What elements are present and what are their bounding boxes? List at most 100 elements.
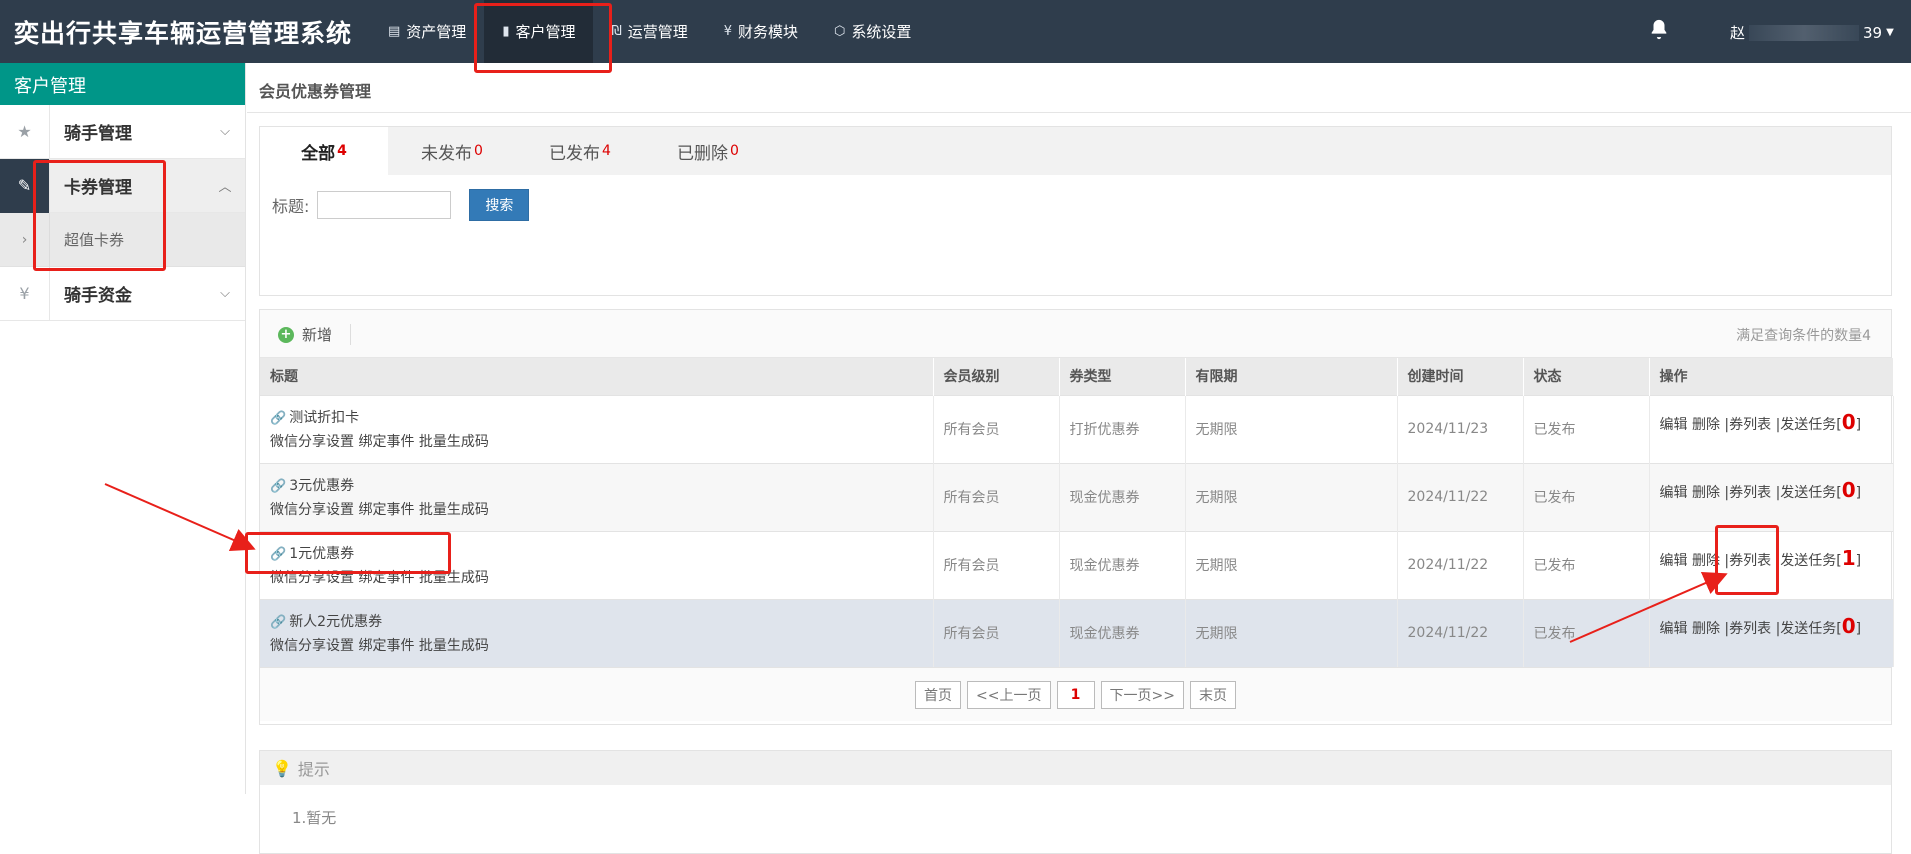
- ops-links[interactable]: 编辑 删除 |券列表 |发送任务[: [1660, 621, 1842, 637]
- column-header: 操作: [1649, 358, 1894, 395]
- coupon-title-link[interactable]: 🔗 测试折扣卡: [270, 407, 933, 427]
- tab-label: 已删除: [677, 143, 729, 164]
- table-row: 🔗 3元优惠券 微信分享设置 绑定事件 批量生成码 所有会员 现金优惠券 无期限 …: [260, 462, 1894, 531]
- lightbulb-icon: 💡: [272, 758, 292, 778]
- table-row: 🔗 1元优惠券 微信分享设置 绑定事件 批量生成码 所有会员 现金优惠券 无期限 …: [260, 530, 1894, 599]
- ops-bracket: ]: [1855, 620, 1862, 637]
- coupon-actions-links[interactable]: 微信分享设置 绑定事件 批量生成码: [270, 635, 933, 655]
- list-toolbar: + 新增 满足查询条件的数量4: [260, 310, 1891, 358]
- tab-count: 4: [602, 143, 611, 159]
- ops-bracket: ]: [1855, 416, 1862, 433]
- bell-icon[interactable]: [1648, 18, 1670, 46]
- created-cell: 2024/11/22: [1397, 462, 1524, 531]
- coupon-title-link[interactable]: 🔗 3元优惠券: [270, 475, 933, 495]
- sidebar-item-label: 骑手管理: [64, 124, 132, 144]
- table-header-row: 标题 会员级别 券类型 有限期 创建时间 状态 操作: [260, 358, 1894, 395]
- tab-deleted[interactable]: 已删除 0: [644, 127, 772, 175]
- search-row: 标题: 搜索: [272, 189, 530, 221]
- star-icon: ★: [0, 104, 50, 159]
- prev-page-button[interactable]: <<上一页: [967, 680, 1051, 709]
- cube-icon: ⬡: [834, 24, 846, 39]
- caret-down-icon: ▼: [1886, 27, 1894, 38]
- created-cell: 2024/11/22: [1397, 530, 1524, 599]
- add-button[interactable]: + 新增: [278, 324, 352, 345]
- nav-label: 财务模块: [737, 23, 798, 41]
- first-page-button[interactable]: 首页: [915, 680, 962, 709]
- column-header: 标题: [260, 358, 934, 395]
- task-count: 1: [1841, 545, 1856, 570]
- title-cell: 🔗 新人2元优惠券 微信分享设置 绑定事件 批量生成码: [260, 598, 934, 667]
- search-button[interactable]: 搜索: [469, 189, 530, 221]
- tab-published[interactable]: 已发布 4: [516, 127, 644, 175]
- tab-count: 0: [730, 143, 739, 159]
- tab-count: 4: [337, 143, 347, 159]
- link-icon: 🔗: [270, 411, 287, 426]
- table-row: 🔗 新人2元优惠券 微信分享设置 绑定事件 批量生成码 所有会员 现金优惠券 无期…: [260, 598, 1894, 667]
- task-count: 0: [1841, 409, 1856, 434]
- ops-links[interactable]: 编辑 删除 |券列表 |发送任务[: [1660, 417, 1842, 433]
- title-search-input[interactable]: [317, 191, 452, 219]
- period-cell: 无期限: [1185, 462, 1398, 531]
- last-page-button[interactable]: 末页: [1189, 680, 1236, 709]
- annotation-box-ops: [1715, 525, 1779, 595]
- operations-icon: ₪: [611, 24, 622, 39]
- column-header: 创建时间: [1397, 358, 1524, 395]
- next-page-button[interactable]: 下一页>>: [1100, 680, 1184, 709]
- nav-label: 系统设置: [851, 23, 912, 41]
- user-name-prefix: 赵: [1730, 24, 1746, 42]
- annotation-box-sidebar: [33, 160, 166, 271]
- type-cell: 现金优惠券: [1059, 462, 1186, 531]
- coupon-title-link[interactable]: 🔗 新人2元优惠券: [270, 611, 933, 631]
- ops-links[interactable]: 编辑 删除 |券列表 |发送任务[: [1660, 485, 1842, 501]
- yen-icon: ¥: [0, 266, 50, 321]
- created-cell: 2024/11/23: [1397, 394, 1524, 463]
- user-menu[interactable]: 赵 39 ▼: [1730, 22, 1894, 43]
- level-cell: 所有会员: [933, 598, 1060, 667]
- coupon-actions-links[interactable]: 微信分享设置 绑定事件 批量生成码: [270, 499, 933, 519]
- nav-finance[interactable]: ¥ 财务模块: [706, 0, 816, 63]
- level-cell: 所有会员: [933, 394, 1060, 463]
- period-cell: 无期限: [1185, 394, 1398, 463]
- coupon-title: 新人2元优惠券: [289, 614, 383, 631]
- tip-body: 1.暂无: [292, 809, 337, 827]
- period-cell: 无期限: [1185, 530, 1398, 599]
- column-header: 会员级别: [933, 358, 1060, 395]
- status-cell: 已发布: [1523, 394, 1650, 463]
- tip-title: 提示: [297, 760, 330, 779]
- ops-cell[interactable]: 编辑 删除 |券列表 |发送任务[0]: [1649, 394, 1894, 463]
- current-page[interactable]: 1: [1056, 680, 1095, 709]
- ops-cell[interactable]: 编辑 删除 |券列表 |发送任务[0]: [1649, 462, 1894, 531]
- task-count: 0: [1841, 613, 1856, 638]
- tab-all[interactable]: 全部 4: [260, 127, 388, 175]
- column-header: 状态: [1523, 358, 1650, 395]
- title-label: 标题:: [272, 197, 310, 216]
- nav-system-settings[interactable]: ⬡ 系统设置: [816, 0, 929, 63]
- sidebar-item-label: 骑手资金: [64, 286, 132, 306]
- coupon-actions-links[interactable]: 微信分享设置 绑定事件 批量生成码: [270, 431, 933, 451]
- column-header: 券类型: [1059, 358, 1186, 395]
- type-cell: 现金优惠券: [1059, 598, 1186, 667]
- nav-asset-management[interactable]: ▤ 资产管理: [370, 0, 484, 63]
- coupon-list-panel: + 新增 满足查询条件的数量4 标题 会员级别 券类型 有限期 创建时间 状态 …: [259, 309, 1894, 725]
- level-cell: 所有会员: [933, 462, 1060, 531]
- column-header: 有限期: [1185, 358, 1398, 395]
- nav-label: 运营管理: [627, 23, 688, 41]
- tip-header: 💡 提示: [260, 751, 1891, 785]
- period-cell: 无期限: [1185, 598, 1398, 667]
- plus-circle-icon: +: [278, 326, 294, 343]
- tab-unpublished[interactable]: 未发布 0: [388, 127, 516, 175]
- task-count: 0: [1841, 477, 1856, 502]
- created-cell: 2024/11/22: [1397, 598, 1524, 667]
- filter-panel: 全部 4 未发布 0 已发布 4 已删除 0 标题: 搜索: [259, 126, 1892, 296]
- link-icon: 🔗: [270, 479, 287, 494]
- user-name-suffix: 39: [1863, 23, 1883, 42]
- ops-bracket: ]: [1855, 552, 1862, 569]
- pagination: 首页 <<上一页 1 下一页>> 末页: [260, 667, 1891, 721]
- tip-panel: 💡 提示 1.暂无: [259, 750, 1892, 854]
- sidebar-item-rider-funds[interactable]: ¥ 骑手资金 ⌵: [0, 266, 245, 321]
- sidebar-item-rider-management[interactable]: ★ 骑手管理 ⌵: [0, 104, 245, 159]
- ops-cell[interactable]: 编辑 删除 |券列表 |发送任务[0]: [1649, 598, 1894, 667]
- table-row: 🔗 测试折扣卡 微信分享设置 绑定事件 批量生成码 所有会员 打折优惠券 无期限 …: [260, 394, 1894, 463]
- coupon-title: 测试折扣卡: [289, 410, 360, 426]
- coupon-title: 3元优惠券: [289, 478, 355, 494]
